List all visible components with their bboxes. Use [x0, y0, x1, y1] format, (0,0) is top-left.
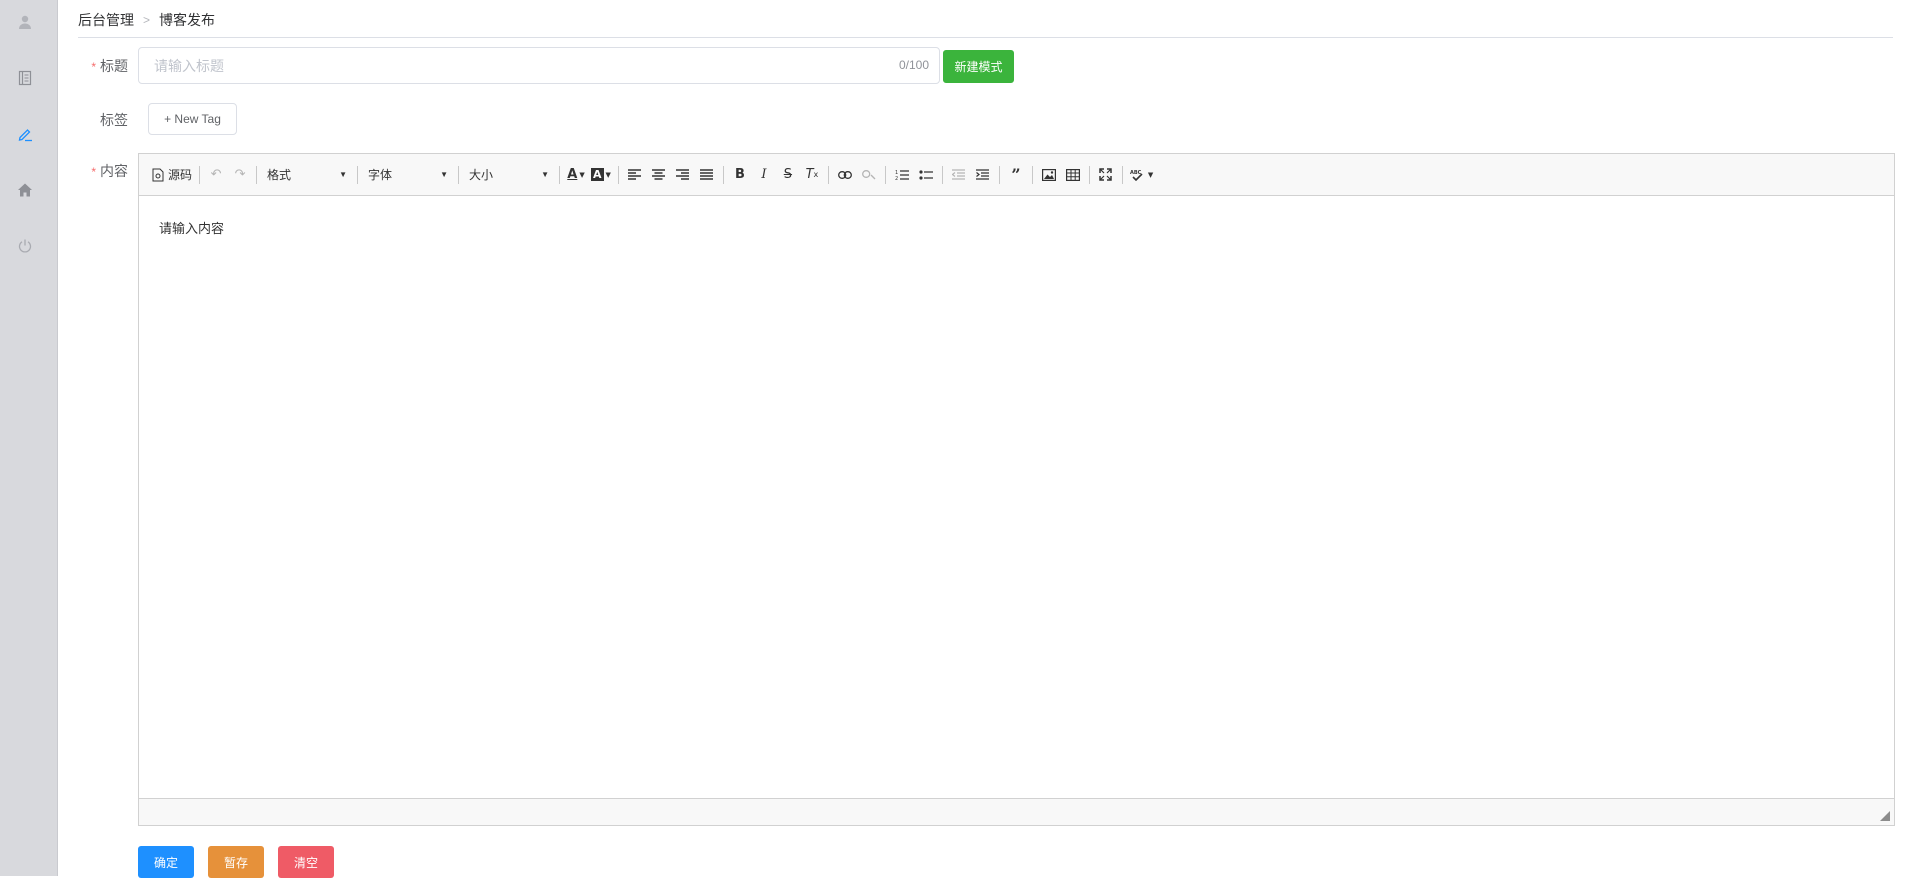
toolbar-separator [998, 165, 1000, 184]
breadcrumb-root[interactable]: 后台管理 [78, 10, 134, 30]
strikethrough-icon[interactable]: S [776, 163, 800, 187]
title-char-count: 0/100 [898, 58, 929, 72]
toolbar-separator [827, 165, 829, 184]
bold-icon[interactable]: B [728, 163, 752, 187]
content-label: * 内容 [91, 163, 128, 179]
dropdown-arrow-icon: ▼ [541, 170, 550, 179]
format-dropdown[interactable]: 格式 ▼ [261, 163, 353, 187]
breadcrumb: 后台管理 > 博客发布 [78, 10, 215, 30]
justify-icon[interactable] [695, 163, 719, 187]
align-center-icon[interactable] [647, 163, 671, 187]
sidebar [0, 0, 58, 876]
toolbar-separator [559, 165, 561, 184]
toolbar-separator [256, 165, 258, 184]
blockquote-icon[interactable]: ” [1004, 163, 1028, 187]
align-left-icon[interactable] [623, 163, 647, 187]
title-input[interactable] [139, 48, 939, 83]
user-icon[interactable] [15, 12, 35, 32]
image-icon[interactable] [1037, 163, 1061, 187]
save-draft-button[interactable]: 暂存 [208, 846, 264, 878]
required-star: * [91, 60, 96, 74]
source-icon [152, 168, 164, 181]
remove-format-icon[interactable]: Tx [800, 163, 824, 187]
dropdown-arrow-icon: ▼ [440, 170, 449, 179]
font-dropdown[interactable]: 字体 ▼ [362, 163, 454, 187]
toolbar-separator [722, 165, 724, 184]
tag-label: 标签 [100, 112, 128, 128]
title-field: 0/100 [138, 47, 940, 84]
redo-icon[interactable]: ↷ [228, 163, 252, 187]
breadcrumb-separator-icon: > [143, 13, 151, 27]
title-label: * 标题 [91, 58, 128, 74]
link-icon[interactable] [833, 163, 857, 187]
spellcheck-icon[interactable]: ABC ▼ [1127, 163, 1156, 187]
document-icon[interactable] [15, 68, 35, 88]
dropdown-arrow-icon: ▼ [339, 170, 348, 179]
edit-icon[interactable] [15, 124, 35, 144]
toolbar-separator [884, 165, 886, 184]
breadcrumb-current: 博客发布 [159, 12, 216, 28]
toolbar-separator [458, 165, 460, 184]
main-content: 后台管理 > 博客发布 *标题 0/100 新建模式 标签 + New Tag … [58, 0, 1913, 878]
svg-text:2: 2 [895, 176, 898, 181]
new-tag-button[interactable]: + New Tag [148, 103, 237, 135]
toolbar-separator [199, 165, 201, 184]
numbered-list-icon[interactable]: 12 [890, 163, 914, 187]
editor-toolbar: 源码 ↶ ↷ 格式 ▼ 字体 ▼ 大小 ▼ A ▼ A ▼ B I S T x … [139, 154, 1894, 196]
toolbar-separator [357, 165, 359, 184]
editor-content-area[interactable]: 请输入内容 [139, 196, 1894, 801]
required-star: * [91, 165, 96, 179]
table-icon[interactable] [1061, 163, 1085, 187]
rich-text-editor: 源码 ↶ ↷ 格式 ▼ 字体 ▼ 大小 ▼ A ▼ A ▼ B I S T x … [138, 153, 1895, 826]
unlink-icon[interactable] [857, 163, 881, 187]
toolbar-separator [1088, 165, 1090, 184]
editor-placeholder: 请输入内容 [159, 221, 225, 236]
italic-icon[interactable]: I [752, 163, 776, 187]
source-button[interactable]: 源码 [149, 163, 195, 187]
power-icon[interactable] [15, 236, 35, 256]
background-color-icon[interactable]: A ▼ [588, 163, 614, 187]
new-mode-button[interactable]: 新建模式 [943, 50, 1014, 83]
undo-icon[interactable]: ↶ [204, 163, 228, 187]
divider [78, 37, 1893, 38]
editor-statusbar [139, 798, 1894, 825]
outdent-icon[interactable] [947, 163, 971, 187]
bullet-list-icon[interactable] [914, 163, 938, 187]
fullscreen-icon[interactable] [1094, 163, 1118, 187]
clear-button[interactable]: 清空 [278, 846, 334, 878]
confirm-button[interactable]: 确定 [138, 846, 194, 878]
indent-icon[interactable] [971, 163, 995, 187]
toolbar-separator [617, 165, 619, 184]
text-color-icon[interactable]: A ▼ [564, 163, 588, 187]
size-dropdown[interactable]: 大小 ▼ [463, 163, 555, 187]
toolbar-separator [1121, 165, 1123, 184]
resize-handle-icon[interactable] [1880, 811, 1890, 821]
toolbar-separator [1031, 165, 1033, 184]
home-icon[interactable] [15, 180, 35, 200]
toolbar-separator [941, 165, 943, 184]
align-right-icon[interactable] [671, 163, 695, 187]
